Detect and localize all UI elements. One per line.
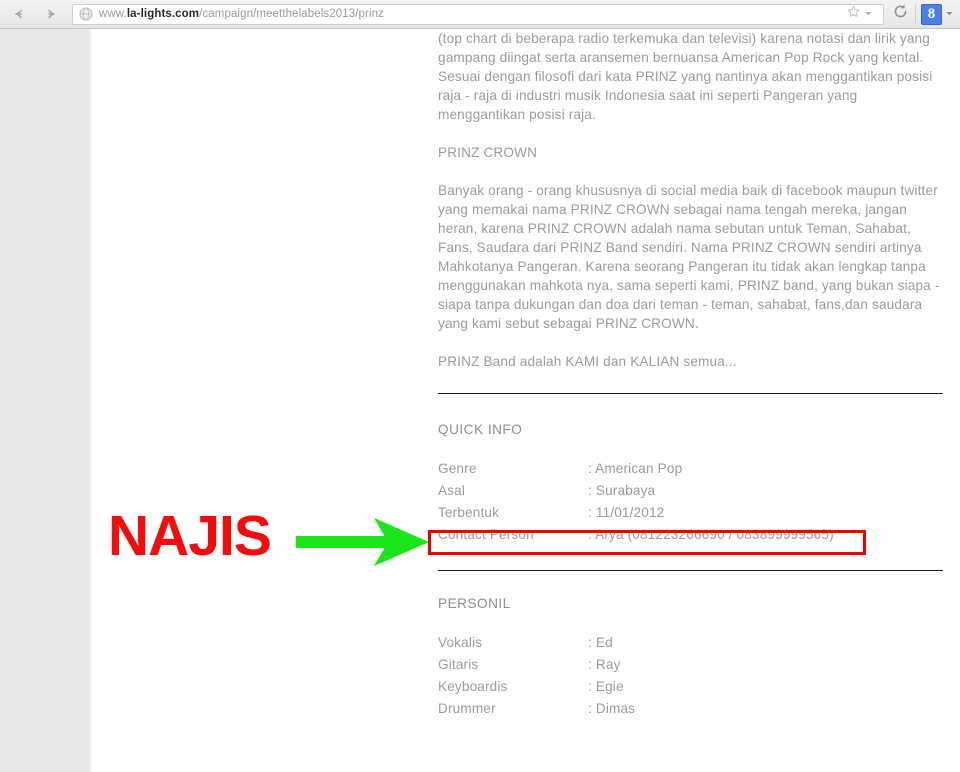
url-path: /campaign/meetthelabels2013/prinz <box>199 8 384 20</box>
quick-info-key: Asal <box>438 483 466 498</box>
najis-annotation-label: NAJIS <box>108 504 272 568</box>
personil-title: PERSONIL <box>438 596 511 611</box>
table-row: Keyboardis : Egie <box>438 676 635 698</box>
reload-button[interactable] <box>888 2 912 26</box>
article-content-column: (top chart di beberapa radio terkemuka d… <box>438 29 943 720</box>
url-host: la-lights.com <box>126 8 200 20</box>
personil-key: Gitaris <box>438 657 479 672</box>
quick-info-title: QUICK INFO <box>438 422 523 437</box>
table-row: Genre : American Pop <box>438 458 834 480</box>
reload-icon <box>892 3 909 25</box>
forward-arrow-icon <box>43 6 59 22</box>
toolbar-divider <box>915 5 916 23</box>
quick-info-key: Terbentuk <box>438 505 500 520</box>
browser-toolbar: www.la-lights.com/campaign/meetthelabels… <box>0 0 960 29</box>
contact-person-value: : Arya (081223266690 / 083899999565) <box>588 527 834 542</box>
paragraph-intro: (top chart di beberapa radio terkemuka d… <box>438 31 933 122</box>
google-button[interactable]: 8 <box>921 3 942 25</box>
personil-table: Vokalis : Ed Gitaris : Ray Keyboardis : … <box>438 632 635 720</box>
personil-key: Vokalis <box>438 635 483 650</box>
table-row: Drummer : Dimas <box>438 698 635 720</box>
quick-info-table: Genre : American Pop Asal : Surabaya Ter… <box>438 458 834 546</box>
omnibox-actions <box>846 4 883 24</box>
back-button[interactable] <box>6 2 32 26</box>
contact-person-key: Contact Person <box>438 527 534 542</box>
back-arrow-icon <box>11 6 27 22</box>
chevron-down-icon[interactable] <box>864 5 873 23</box>
table-row: Vokalis : Ed <box>438 632 635 654</box>
paragraph-closing: PRINZ Band adalah KAMI dan KALIAN semua.… <box>438 354 737 369</box>
personil-value: : Egie <box>588 679 624 694</box>
table-row: Asal : Surabaya <box>438 480 834 502</box>
personil-key: Keyboardis <box>438 679 508 694</box>
forward-button[interactable] <box>38 2 64 26</box>
personil-value: : Ed <box>588 635 613 650</box>
quick-info-value: : Surabaya <box>588 483 656 498</box>
heading-prinz-crown: PRINZ CROWN <box>438 145 538 160</box>
address-bar[interactable]: www.la-lights.com/campaign/meetthelabels… <box>72 3 884 25</box>
quick-info-value: : 11/01/2012 <box>588 505 665 520</box>
table-row-contact-person: Contact Person : Arya (081223266690 / 08… <box>438 524 834 546</box>
quick-info-value: : American Pop <box>588 461 683 476</box>
personil-value: : Ray <box>588 657 621 672</box>
quick-info-key: Genre <box>438 461 477 476</box>
page-viewport: (top chart di beberapa radio terkemuka d… <box>0 29 960 772</box>
table-row: Terbentuk : 11/01/2012 <box>438 502 834 524</box>
paragraph-prinz-crown: Banyak orang - orang khususnya di social… <box>438 183 940 331</box>
url-scheme: www. <box>99 8 127 20</box>
green-arrow-annotation <box>296 516 431 568</box>
url-text: www.la-lights.com/campaign/meetthelabels… <box>99 8 846 20</box>
page-gutter-shadow <box>88 29 93 772</box>
table-row: Gitaris : Ray <box>438 654 635 676</box>
globe-icon <box>78 6 94 22</box>
personil-key: Drummer <box>438 701 496 716</box>
bookmark-star-icon[interactable] <box>846 4 861 24</box>
google-chevron-down-icon[interactable] <box>945 5 954 23</box>
personil-value: : Dimas <box>588 701 636 716</box>
page-left-gutter <box>0 29 88 772</box>
